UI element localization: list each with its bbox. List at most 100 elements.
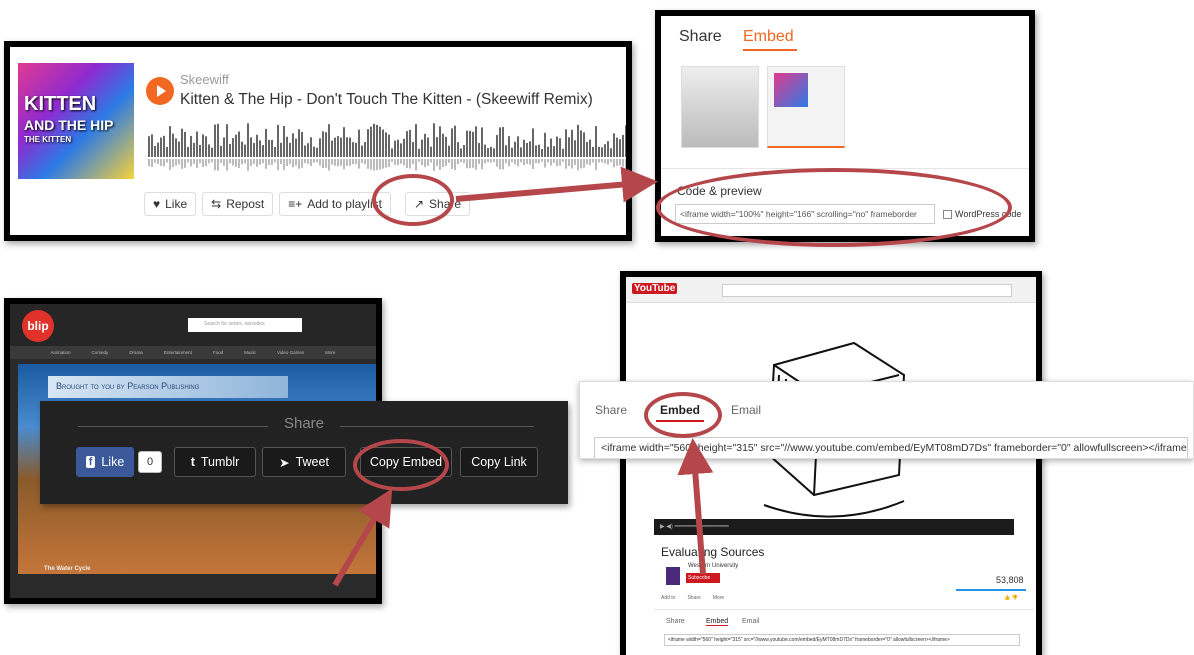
waveform-bar <box>349 137 351 157</box>
waveform-reflection <box>334 159 336 166</box>
waveform-bar <box>151 134 153 157</box>
waveform-reflection <box>286 159 288 167</box>
highlight-circle <box>656 168 1012 247</box>
waveform-reflection <box>271 159 273 165</box>
waveform-bar <box>202 134 204 157</box>
waveform-reflection <box>484 159 486 164</box>
channel-avatar[interactable] <box>666 567 680 585</box>
waveform-bar <box>526 143 528 157</box>
waveform-bar <box>307 143 309 157</box>
tab-embed[interactable]: Embed <box>743 28 794 46</box>
waveform-bar <box>232 138 234 157</box>
search-input[interactable]: Search for series, episodes <box>188 318 302 332</box>
widget-style-option[interactable] <box>767 66 845 148</box>
waveform-reflection <box>205 159 207 167</box>
more-button[interactable]: More <box>713 595 724 601</box>
waveform-reflection <box>412 159 414 165</box>
share-button[interactable]: Share <box>687 595 700 601</box>
waveform-reflection <box>622 159 624 167</box>
add-to-button[interactable]: Add to <box>661 595 675 601</box>
waveform-reflection <box>619 159 621 166</box>
tumblr-button[interactable]: t Tumblr <box>174 447 256 477</box>
subscribe-button[interactable]: Subscribe <box>686 573 720 583</box>
tab-embed[interactable]: Embed <box>706 618 729 626</box>
waveform-bar <box>514 141 516 157</box>
facebook-like-button[interactable]: f Like <box>76 447 134 477</box>
waveform-reflection <box>595 159 597 170</box>
waveform[interactable] <box>148 123 628 171</box>
art-text: AND THE HIP <box>24 117 114 133</box>
waveform-bar <box>586 142 588 157</box>
waveform-bar <box>370 126 372 157</box>
embed-code-field[interactable]: <iframe width="560" height="315" src="//… <box>664 634 1020 646</box>
search-input[interactable] <box>722 284 1012 297</box>
waveform-reflection <box>454 159 456 170</box>
waveform-bar <box>439 126 441 157</box>
waveform-bar <box>262 145 264 157</box>
waveform-bar <box>490 146 492 157</box>
tab-email[interactable]: Email <box>731 403 761 417</box>
heart-icon: ♥ <box>153 197 161 211</box>
waveform-reflection <box>601 159 603 163</box>
nav-item[interactable]: More <box>325 350 335 355</box>
channel-name[interactable]: Western University <box>688 563 738 569</box>
waveform-bar <box>406 131 408 157</box>
tab-underline <box>743 49 797 51</box>
waveform-bar <box>616 137 618 157</box>
tweet-button[interactable]: ➤ Tweet <box>262 447 346 477</box>
waveform-reflection <box>208 159 210 164</box>
waveform-bar <box>400 143 402 157</box>
like-button[interactable]: ♥ Like <box>144 192 197 216</box>
waveform-reflection <box>202 159 204 167</box>
waveform-bar <box>208 144 210 157</box>
waveform-bar <box>451 128 453 157</box>
waveform-reflection <box>529 159 531 165</box>
nav-item[interactable]: Food <box>213 350 223 355</box>
waveform-reflection <box>421 159 423 166</box>
video-title: Evaluating Sources <box>661 545 765 559</box>
waveform-reflection <box>475 159 477 170</box>
nav-item[interactable]: Drama <box>129 350 143 355</box>
play-button[interactable] <box>146 77 174 105</box>
track-title[interactable]: Kitten & The Hip - Don't Touch The Kitte… <box>180 91 593 109</box>
waveform-bar <box>502 127 504 157</box>
copy-link-button[interactable]: Copy Link <box>460 447 538 477</box>
tab-share[interactable]: Share <box>666 618 685 625</box>
waveform-bar <box>385 132 387 157</box>
track-artist[interactable]: Skeewiff <box>180 72 229 87</box>
youtube-logo[interactable]: YouTube <box>632 283 678 294</box>
waveform-bar <box>613 133 615 157</box>
nav-item[interactable]: Video Games <box>277 350 304 355</box>
waveform-bar <box>430 146 432 157</box>
blip-logo[interactable]: blip <box>22 310 54 342</box>
nav-item[interactable]: Music <box>244 350 256 355</box>
tab-share[interactable]: Share <box>595 403 627 417</box>
embed-code-field[interactable]: <iframe width="560" height="315" src="//… <box>594 437 1188 458</box>
waveform-bar <box>253 142 255 157</box>
tab-share[interactable]: Share <box>679 28 722 46</box>
waveform-bar <box>235 134 237 157</box>
player-controls[interactable]: ▶ ◀) ━━━━━━━━━━━━━━━ <box>654 519 1014 535</box>
waveform-bar <box>358 129 360 157</box>
widget-style-option[interactable] <box>681 66 759 148</box>
waveform-bar <box>547 146 549 157</box>
nav-item[interactable]: Animation <box>51 350 71 355</box>
waveform-bar <box>505 145 507 157</box>
waveform-reflection <box>151 159 153 167</box>
waveform-bar <box>331 140 333 157</box>
waveform-bar <box>604 144 606 157</box>
nav-item[interactable]: Comedy <box>92 350 109 355</box>
nav-item[interactable]: Entertainment <box>164 350 192 355</box>
tab-email[interactable]: Email <box>742 618 760 625</box>
waveform-bar <box>346 137 348 157</box>
repost-button[interactable]: ⇆ Repost <box>202 192 274 216</box>
waveform-reflection <box>427 159 429 166</box>
like-dislike-icons[interactable]: 👍 👎 <box>1004 595 1018 601</box>
waveform-reflection <box>184 159 186 168</box>
waveform-bar <box>574 140 576 157</box>
waveform-bar <box>511 147 513 157</box>
waveform-bar <box>211 147 213 157</box>
waveform-bar <box>457 142 459 157</box>
waveform-reflection <box>448 159 450 163</box>
waveform-reflection <box>430 159 432 163</box>
